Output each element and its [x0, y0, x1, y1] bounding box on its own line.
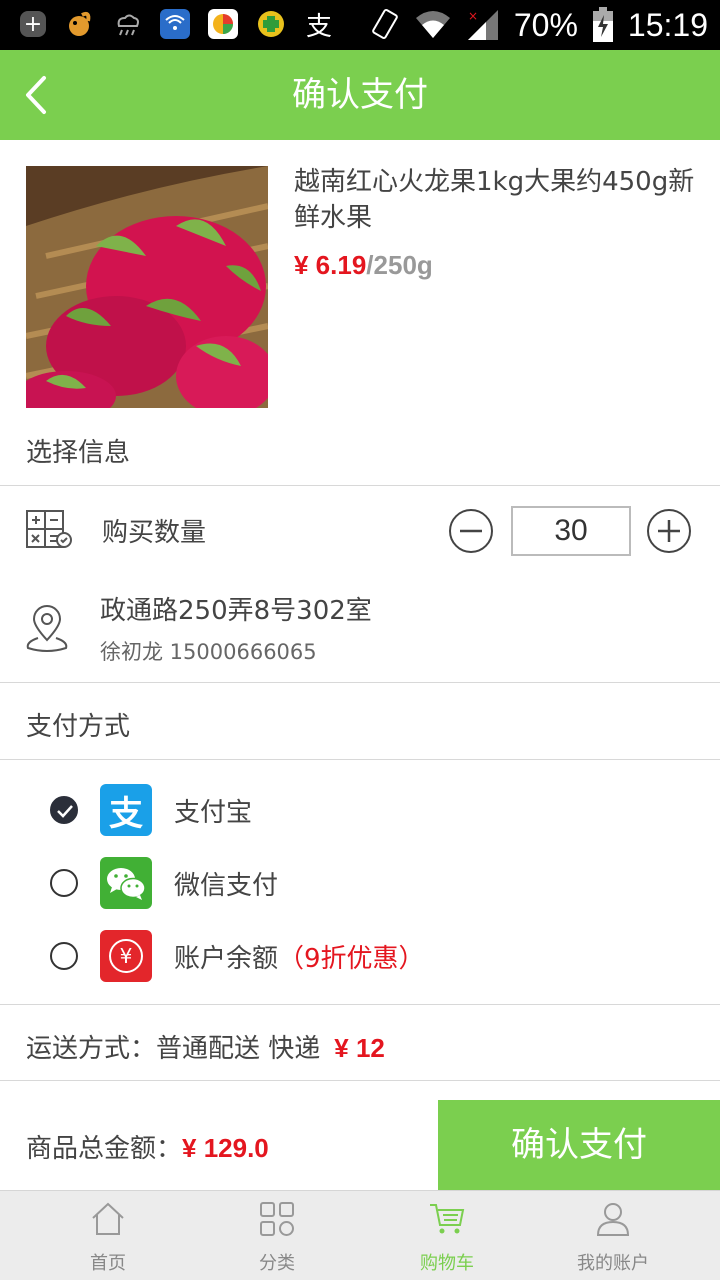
radio-wechat[interactable]	[50, 869, 78, 897]
battery-percent: 70%	[513, 6, 578, 43]
grid-icon	[260, 1202, 294, 1236]
phone-rotate-icon	[372, 8, 398, 40]
location-pin-icon	[26, 605, 68, 652]
notification-icons: + 支	[20, 9, 334, 42]
bottom-tab-bar: 首页 分类 购物车 我的账户	[0, 1190, 720, 1280]
divider	[0, 759, 720, 760]
shipping-row: 运送方式：普通配送 快递 ¥ 12	[26, 1028, 385, 1065]
add-icon: +	[20, 11, 46, 37]
tab-category[interactable]: 分类	[187, 1191, 367, 1280]
radio-balance[interactable]	[50, 942, 78, 970]
payment-option-alipay[interactable]: 支 支付宝	[0, 780, 720, 840]
quantity-row: 购买数量 30	[0, 486, 720, 574]
product-price: ¥ 6.19/250g	[294, 250, 433, 281]
price-unit: /250g	[366, 250, 433, 280]
address-row[interactable]: 政通路250弄8号302室 徐初龙 15000666065	[0, 574, 720, 682]
product-name: 越南红心火龙果1kg大果约450g新鲜水果	[294, 167, 695, 233]
payment-option-wechat[interactable]: 微信支付	[0, 853, 720, 913]
svg-text:×: ×	[468, 9, 478, 23]
contact-info: 徐初龙 15000666065	[100, 640, 317, 664]
address-line: 政通路250弄8号302室	[100, 596, 372, 626]
quantity-label: 购买数量	[102, 518, 207, 548]
payment-label: 账户余额（9折优惠）	[174, 938, 425, 975]
balance-label: 账户余额	[174, 944, 279, 974]
alipay-icon: 支	[305, 11, 332, 42]
discount-label: （9折优惠）	[278, 944, 425, 974]
battery-icon	[592, 7, 613, 42]
shipping-fee: ¥ 12	[334, 1033, 385, 1063]
wifi-app-icon	[160, 9, 190, 39]
calculator-icon	[26, 510, 72, 548]
total-amount: ¥ 129.0	[182, 1133, 269, 1163]
price-amount: ¥ 6.19	[294, 250, 367, 280]
cart-icon	[430, 1204, 465, 1234]
cross-app-icon	[256, 9, 286, 39]
tab-label: 我的账户	[577, 1253, 649, 1274]
yen-glyph: ¥	[109, 939, 143, 973]
total-label: 商品总金额：	[26, 1134, 183, 1164]
signal-icon: ×	[467, 9, 498, 40]
squirrel-browser-icon	[64, 9, 94, 39]
tab-label: 分类	[259, 1253, 295, 1274]
dragon-fruit-image[interactable]	[26, 166, 268, 408]
tab-home[interactable]: 首页	[18, 1191, 198, 1280]
payment-label: 微信支付	[174, 871, 279, 901]
confirm-payment-button[interactable]: 确认支付	[438, 1100, 720, 1190]
tab-account[interactable]: 我的账户	[523, 1191, 703, 1280]
status-bar: + 支 × 70% 15:19	[0, 0, 720, 50]
alipay-logo-icon: 支	[100, 784, 152, 836]
divider	[0, 1004, 720, 1005]
status-indicators: × 70% 15:19	[370, 0, 708, 50]
wechat-logo-icon	[100, 857, 152, 909]
wifi-icon	[415, 11, 450, 38]
quantity-input[interactable]: 30	[511, 506, 631, 556]
colorful-app-icon	[208, 9, 238, 39]
user-icon	[596, 1203, 630, 1236]
clock: 15:19	[627, 6, 708, 43]
divider	[0, 682, 720, 683]
cloud-rain-icon	[112, 9, 142, 39]
chevron-left-icon[interactable]	[20, 74, 60, 116]
page-title: 确认支付	[292, 75, 428, 115]
total-row: 商品总金额：¥ 129.0	[26, 1128, 269, 1165]
divider	[0, 1080, 720, 1081]
increase-button[interactable]	[646, 508, 692, 554]
payment-option-balance[interactable]: ¥ 账户余额（9折优惠）	[0, 926, 720, 986]
tab-label: 购物车	[420, 1253, 474, 1274]
header-bar: 确认支付	[0, 50, 720, 140]
radio-alipay[interactable]	[50, 796, 78, 824]
select-info-title: 选择信息	[26, 438, 131, 468]
product-card: 越南红心火龙果1kg大果约450g新鲜水果 ¥ 6.19/250g	[0, 140, 720, 420]
balance-logo-icon: ¥	[100, 930, 152, 982]
payment-title: 支付方式	[26, 712, 131, 742]
tab-cart[interactable]: 购物车	[357, 1191, 537, 1280]
decrease-button[interactable]	[448, 508, 494, 554]
shipping-label: 运送方式：普通配送 快递	[26, 1034, 321, 1064]
tab-label: 首页	[90, 1253, 126, 1274]
home-icon	[92, 1202, 124, 1235]
payment-label: 支付宝	[174, 798, 253, 828]
